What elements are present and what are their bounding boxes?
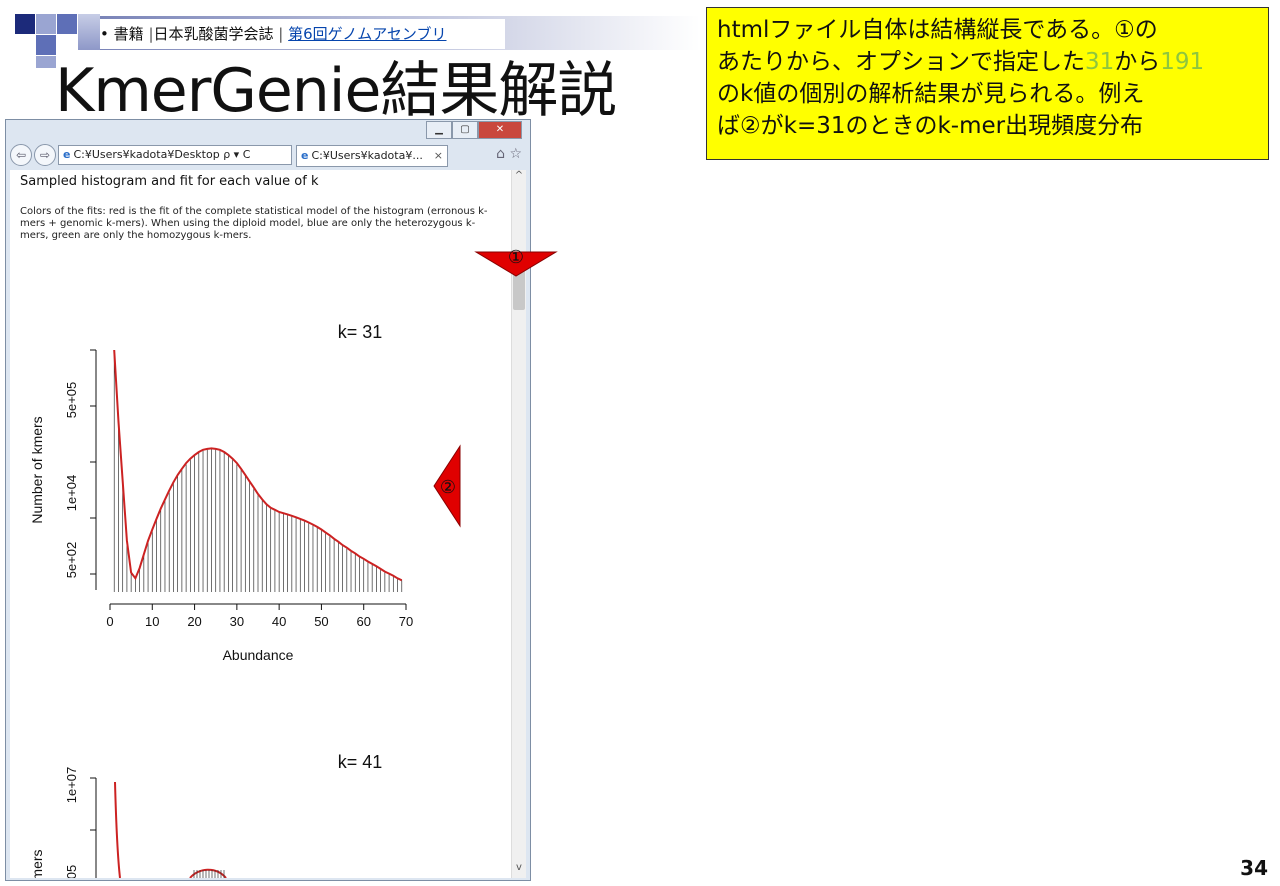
breadcrumb-item-journal: 日本乳酸菌学会誌 [153,25,274,43]
callout-line: ば②がk=31のときのk-mer出現頻度分布 [717,113,1144,139]
scroll-thumb[interactable] [513,270,525,310]
chart-title: k= 31 [338,322,383,342]
callout-text: から [1114,49,1161,75]
chart-k31: k= 31 0 10 20 30 40 50 60 70 Abundance 5e+02 1e+04 5… [29,322,413,878]
slide-decoration [36,56,56,68]
vertical-scrollbar[interactable]: ^ v [511,170,526,878]
slide-decoration [36,14,56,34]
callout-k-max: 191 [1160,49,1205,75]
x-tick-label: 20 [187,614,201,629]
ie-page-icon: e [63,148,71,161]
slide-title: KmerGenie結果解説 [55,56,617,126]
minimize-button[interactable]: ▁ [426,121,452,139]
x-tick-label: 70 [399,614,413,629]
maximize-button[interactable]: ▢ [452,121,478,139]
x-tick-label: 30 [230,614,244,629]
tab-title: C:¥Users¥kadota¥... [311,149,423,162]
browser-window: ▁ ▢ ✕ ⇦ ⇨ e C:¥Users¥kadota¥Desktop ρ ▾ C… [5,119,531,881]
browser-tab[interactable]: e C:¥Users¥kadota¥... × [296,145,448,167]
breadcrumb-link-genome-assembly[interactable]: 第6回ゲノムアセンブリ [288,25,446,43]
y-tick-label: 05 [64,865,79,878]
y-tick-label: 5e+05 [64,382,79,419]
slide-decoration [36,35,56,55]
window-controls: ▁ ▢ ✕ [426,121,522,139]
breadcrumb-item-books: 書籍 [113,25,144,43]
forward-icon[interactable]: ⇨ [34,144,56,166]
x-tick-label: 60 [356,614,370,629]
favorites-icon[interactable]: ☆ [509,146,522,162]
tab-close-icon[interactable]: × [434,146,443,166]
slide-decoration [78,14,100,50]
x-tick-label: 40 [272,614,286,629]
address-bar[interactable]: e C:¥Users¥kadota¥Desktop ρ ▾ C [58,145,292,165]
callout-text: あたりから、オプションで指定した [717,49,1085,75]
x-tick-label: 0 [106,614,113,629]
x-tick-label: 50 [314,614,328,629]
page-number: 34 [1240,856,1268,880]
address-actions[interactable]: ρ ▾ C [223,148,250,161]
y-tick-label: 5e+02 [64,542,79,579]
annotation-callout: htmlファイル自体は結構縦長である。①の あたりから、オプションで指定した31… [706,7,1269,160]
breadcrumb: • 書籍 |日本乳酸菌学会誌 | 第6回ゲノムアセンブリ [100,19,505,49]
fit-curve [114,781,121,878]
close-button[interactable]: ✕ [478,121,522,139]
y-tick-label: 1e+07 [64,767,79,804]
scroll-down-arrow[interactable]: v [512,862,526,878]
breadcrumb-separator: | [278,25,284,43]
ie-tab-icon: e [301,149,309,162]
y-tick-label: 1e+04 [64,475,79,512]
chart-k31-plot: k= 31 0 10 20 30 40 50 60 70 Abundance 5e+02 1e+04 5… [29,322,413,663]
chart-title: k= 41 [338,752,383,772]
y-axis-label: mers [29,849,45,878]
callout-line: のk値の個別の解析結果が見られる。例え [717,81,1145,107]
y-axis-label: Number of kmers [29,416,45,523]
toolbar-icons: ⌂ ☆ [496,146,522,162]
x-axis-label: Abundance [223,647,294,663]
browser-toolbar: ⇦ ⇨ e C:¥Users¥kadota¥Desktop ρ ▾ C e C:¥U… [10,144,524,168]
chart-k41-plot: k= 41 1e+07 05 mers [29,752,382,878]
address-text: C:¥Users¥kadota¥Desktop [73,148,220,161]
fit-curve [189,868,227,878]
slide-decoration [57,14,77,34]
slide-decoration [15,14,35,34]
callout-line: あたりから、オプションで指定した31から191 [717,46,1258,78]
scroll-up-arrow[interactable]: ^ [512,170,526,186]
bullet: • [100,25,109,43]
x-tick-label: 10 [145,614,159,629]
callout-line: htmlファイル自体は結構縦長である。①の [717,17,1158,43]
callout-k-min: 31 [1085,49,1115,75]
page-content: Sampled histogram and fit for each value… [10,170,512,878]
back-icon[interactable]: ⇦ [10,144,32,166]
home-icon[interactable]: ⌂ [496,146,505,162]
